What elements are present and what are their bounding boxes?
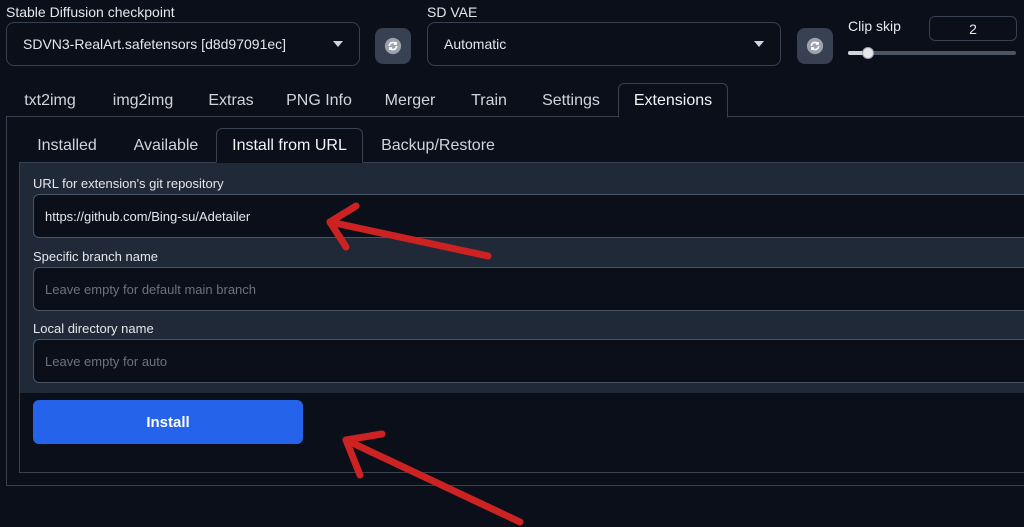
install-button[interactable]: Install — [33, 400, 303, 444]
chevron-down-icon — [333, 41, 343, 47]
tab-extras[interactable]: Extras — [196, 84, 266, 118]
subtab-installed[interactable]: Installed — [22, 129, 112, 163]
chevron-down-icon — [754, 41, 764, 47]
branch-input[interactable]: Leave empty for default main branch — [33, 267, 1024, 311]
vae-label: SD VAE — [427, 4, 478, 20]
tab-train[interactable]: Train — [458, 84, 520, 118]
vae-dropdown[interactable]: Automatic — [427, 22, 781, 66]
clip-skip-label: Clip skip — [848, 18, 901, 34]
checkpoint-dropdown[interactable]: SDVN3-RealArt.safetensors [d8d97091ec] — [6, 22, 360, 66]
tab-img2img[interactable]: img2img — [100, 84, 186, 118]
dir-input[interactable]: Leave empty for auto — [33, 339, 1024, 383]
vae-refresh-button[interactable] — [797, 28, 833, 64]
tab-settings[interactable]: Settings — [530, 84, 612, 118]
url-label: URL for extension's git repository — [33, 176, 224, 191]
refresh-icon — [384, 37, 402, 55]
checkpoint-value: SDVN3-RealArt.safetensors [d8d97091ec] — [23, 36, 287, 52]
subtab-available[interactable]: Available — [122, 129, 210, 163]
clip-skip-slider-thumb[interactable] — [862, 47, 874, 59]
checkpoint-refresh-button[interactable] — [375, 28, 411, 64]
clip-skip-input[interactable]: 2 — [929, 16, 1017, 41]
url-input[interactable]: https://github.com/Bing-su/Adetailer — [33, 194, 1024, 238]
vae-value: Automatic — [444, 36, 507, 52]
tab-extensions[interactable]: Extensions — [618, 83, 728, 118]
dir-label: Local directory name — [33, 321, 154, 336]
branch-label: Specific branch name — [33, 249, 159, 264]
refresh-icon — [806, 37, 824, 55]
tab-txt2img[interactable]: txt2img — [8, 84, 92, 118]
subtab-backup-restore[interactable]: Backup/Restore — [372, 129, 504, 163]
tab-merger[interactable]: Merger — [348, 84, 472, 118]
subtab-install-from-url[interactable]: Install from URL — [216, 128, 363, 163]
checkpoint-label: Stable Diffusion checkpoint — [6, 4, 175, 20]
